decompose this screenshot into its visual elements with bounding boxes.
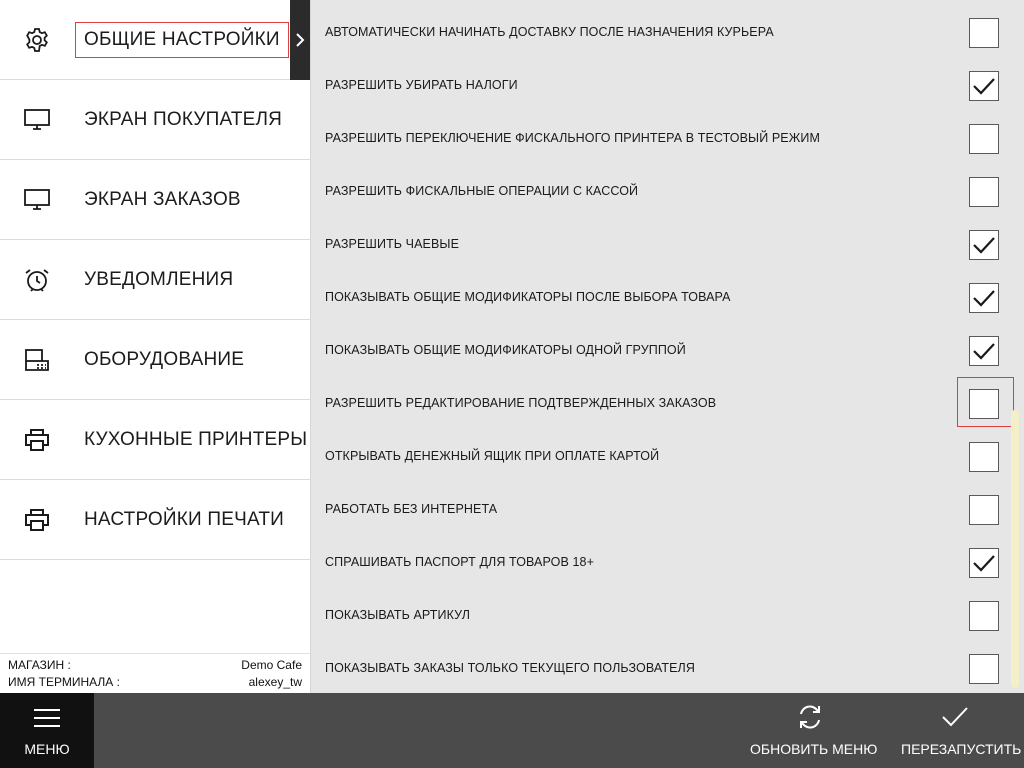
checkmark-icon bbox=[973, 78, 995, 95]
terminal-value: alexey_tw bbox=[248, 675, 302, 689]
setting-checkbox[interactable] bbox=[969, 18, 999, 48]
sidebar-item-print-settings[interactable]: НАСТРОЙКИ ПЕЧАТИ bbox=[0, 480, 310, 560]
sidebar-item-label: ЭКРАН ЗАКАЗОВ bbox=[84, 189, 241, 210]
setting-checkbox[interactable] bbox=[969, 548, 999, 578]
setting-label: РАБОТАТЬ БЕЗ ИНТЕРНЕТА bbox=[325, 502, 498, 516]
setting-checkbox[interactable] bbox=[969, 654, 999, 684]
setting-checkbox[interactable] bbox=[969, 230, 999, 260]
shop-value: Demo Cafe bbox=[241, 658, 302, 672]
refresh-menu-label: ОБНОВИТЬ МЕНЮ bbox=[750, 741, 878, 757]
restart-label: ПЕРЕЗАПУСТИТЬ bbox=[901, 741, 1022, 757]
setting-row: РАБОТАТЬ БЕЗ ИНТЕРНЕТА bbox=[311, 481, 1024, 534]
setting-row: ПОКАЗЫВАТЬ ОБЩИЕ МОДИФИКАТОРЫ ОДНОЙ ГРУП… bbox=[311, 322, 1024, 375]
checkmark-icon bbox=[973, 343, 995, 360]
monitor-icon bbox=[22, 107, 52, 133]
checkmark-icon bbox=[940, 703, 970, 736]
setting-label: ПОКАЗЫВАТЬ ОБЩИЕ МОДИФИКАТОРЫ ОДНОЙ ГРУП… bbox=[325, 343, 686, 357]
setting-label: ПОКАЗЫВАТЬ АРТИКУЛ bbox=[325, 608, 471, 622]
setting-label: СПРАШИВАТЬ ПАСПОРТ ДЛЯ ТОВАРОВ 18+ bbox=[325, 555, 594, 569]
setting-row: ПОКАЗЫВАТЬ АРТИКУЛ bbox=[311, 587, 1024, 640]
setting-checkbox[interactable] bbox=[969, 177, 999, 207]
cash-register-icon bbox=[22, 347, 52, 373]
chevron-right-icon bbox=[290, 0, 310, 80]
menu-button[interactable]: МЕНЮ bbox=[0, 693, 94, 768]
setting-label: АВТОМАТИЧЕСКИ НАЧИНАТЬ ДОСТАВКУ ПОСЛЕ НА… bbox=[325, 25, 774, 39]
setting-label: РАЗРЕШИТЬ РЕДАКТИРОВАНИЕ ПОДТВЕРЖДЕННЫХ … bbox=[325, 396, 717, 410]
shop-label: МАГАЗИН : bbox=[8, 658, 71, 672]
checkmark-icon bbox=[973, 237, 995, 254]
restart-button[interactable]: ПЕРЕЗАПУСТИТЬ bbox=[890, 693, 1024, 768]
bottom-toolbar: МЕНЮ ОБНОВИТЬ МЕНЮ ПЕРЕЗАПУСТИТЬ bbox=[0, 693, 1024, 768]
setting-checkbox[interactable] bbox=[969, 601, 999, 631]
setting-row: РАЗРЕШИТЬ ЧАЕВЫЕ bbox=[311, 216, 1024, 269]
setting-row: РАЗРЕШИТЬ ФИСКАЛЬНЫЕ ОПЕРАЦИИ С КАССОЙ bbox=[311, 163, 1024, 216]
setting-label: ПОКАЗЫВАТЬ ОБЩИЕ МОДИФИКАТОРЫ ПОСЛЕ ВЫБО… bbox=[325, 290, 731, 304]
setting-checkbox[interactable] bbox=[969, 336, 999, 366]
settings-sidebar: ОБЩИЕ НАСТРОЙКИ ЭКРАН ПОКУПАТЕЛЯ ЭКРАН З… bbox=[0, 0, 311, 693]
sidebar-item-notifications[interactable]: УВЕДОМЛЕНИЯ bbox=[0, 240, 310, 320]
hamburger-icon bbox=[33, 707, 61, 734]
setting-label: РАЗРЕШИТЬ УБИРАТЬ НАЛОГИ bbox=[325, 78, 518, 92]
sidebar-item-kitchen-printers[interactable]: КУХОННЫЕ ПРИНТЕРЫ bbox=[0, 400, 310, 480]
sidebar-item-label: УВЕДОМЛЕНИЯ bbox=[84, 269, 234, 290]
setting-label: РАЗРЕШИТЬ ЧАЕВЫЕ bbox=[325, 237, 460, 251]
refresh-menu-button[interactable]: ОБНОВИТЬ МЕНЮ bbox=[740, 693, 880, 768]
gear-icon bbox=[22, 27, 52, 53]
alarm-clock-icon bbox=[22, 267, 52, 293]
sidebar-item-customer-screen[interactable]: ЭКРАН ПОКУПАТЕЛЯ bbox=[0, 80, 310, 160]
setting-checkbox[interactable] bbox=[969, 495, 999, 525]
setting-checkbox[interactable] bbox=[969, 124, 999, 154]
printer-icon bbox=[22, 427, 52, 453]
settings-list: АВТОМАТИЧЕСКИ НАЧИНАТЬ ДОСТАВКУ ПОСЛЕ НА… bbox=[311, 0, 1024, 693]
setting-row: РАЗРЕШИТЬ УБИРАТЬ НАЛОГИ bbox=[311, 57, 1024, 110]
setting-row: РАЗРЕШИТЬ РЕДАКТИРОВАНИЕ ПОДТВЕРЖДЕННЫХ … bbox=[311, 375, 1024, 428]
setting-row: СПРАШИВАТЬ ПАСПОРТ ДЛЯ ТОВАРОВ 18+ bbox=[311, 534, 1024, 587]
sidebar-item-orders-screen[interactable]: ЭКРАН ЗАКАЗОВ bbox=[0, 160, 310, 240]
setting-row: ОТКРЫВАТЬ ДЕНЕЖНЫЙ ЯЩИК ПРИ ОПЛАТЕ КАРТО… bbox=[311, 428, 1024, 481]
setting-row: АВТОМАТИЧЕСКИ НАЧИНАТЬ ДОСТАВКУ ПОСЛЕ НА… bbox=[311, 4, 1024, 57]
setting-label: РАЗРЕШИТЬ ФИСКАЛЬНЫЕ ОПЕРАЦИИ С КАССОЙ bbox=[325, 184, 639, 198]
terminal-label: ИМЯ ТЕРМИНАЛА : bbox=[8, 675, 120, 689]
sidebar-item-label: ОБЩИЕ НАСТРОЙКИ bbox=[75, 22, 289, 58]
sidebar-item-equipment[interactable]: ОБОРУДОВАНИЕ bbox=[0, 320, 310, 400]
setting-checkbox[interactable] bbox=[969, 71, 999, 101]
sidebar-item-label: ЭКРАН ПОКУПАТЕЛЯ bbox=[84, 109, 283, 130]
sidebar-item-general-settings[interactable]: ОБЩИЕ НАСТРОЙКИ bbox=[0, 0, 310, 80]
menu-button-label: МЕНЮ bbox=[24, 741, 70, 757]
printer-icon bbox=[22, 507, 52, 533]
store-info: МАГАЗИН : Demo Cafe ИМЯ ТЕРМИНАЛА : alex… bbox=[0, 653, 310, 694]
sidebar-item-label: КУХОННЫЕ ПРИНТЕРЫ bbox=[84, 429, 308, 450]
setting-label: ОТКРЫВАТЬ ДЕНЕЖНЫЙ ЯЩИК ПРИ ОПЛАТЕ КАРТО… bbox=[325, 449, 660, 463]
setting-label: РАЗРЕШИТЬ ПЕРЕКЛЮЧЕНИЕ ФИСКАЛЬНОГО ПРИНТ… bbox=[325, 131, 820, 145]
setting-row: ПОКАЗЫВАТЬ ОБЩИЕ МОДИФИКАТОРЫ ПОСЛЕ ВЫБО… bbox=[311, 269, 1024, 322]
setting-row: РАЗРЕШИТЬ ПЕРЕКЛЮЧЕНИЕ ФИСКАЛЬНОГО ПРИНТ… bbox=[311, 110, 1024, 163]
checkmark-icon bbox=[973, 290, 995, 307]
sidebar-item-label: ОБОРУДОВАНИЕ bbox=[84, 349, 245, 370]
monitor-icon bbox=[22, 187, 52, 213]
scrollbar[interactable] bbox=[1011, 410, 1019, 688]
checkmark-icon bbox=[973, 555, 995, 572]
setting-checkbox[interactable] bbox=[969, 442, 999, 472]
setting-label: ПОКАЗЫВАТЬ ЗАКАЗЫ ТОЛЬКО ТЕКУЩЕГО ПОЛЬЗО… bbox=[325, 661, 695, 675]
setting-checkbox[interactable] bbox=[969, 389, 999, 419]
sidebar-item-label: НАСТРОЙКИ ПЕЧАТИ bbox=[84, 509, 285, 530]
setting-checkbox[interactable] bbox=[969, 283, 999, 313]
setting-row: ПОКАЗЫВАТЬ ЗАКАЗЫ ТОЛЬКО ТЕКУЩЕГО ПОЛЬЗО… bbox=[311, 640, 1024, 693]
refresh-icon bbox=[796, 703, 824, 736]
